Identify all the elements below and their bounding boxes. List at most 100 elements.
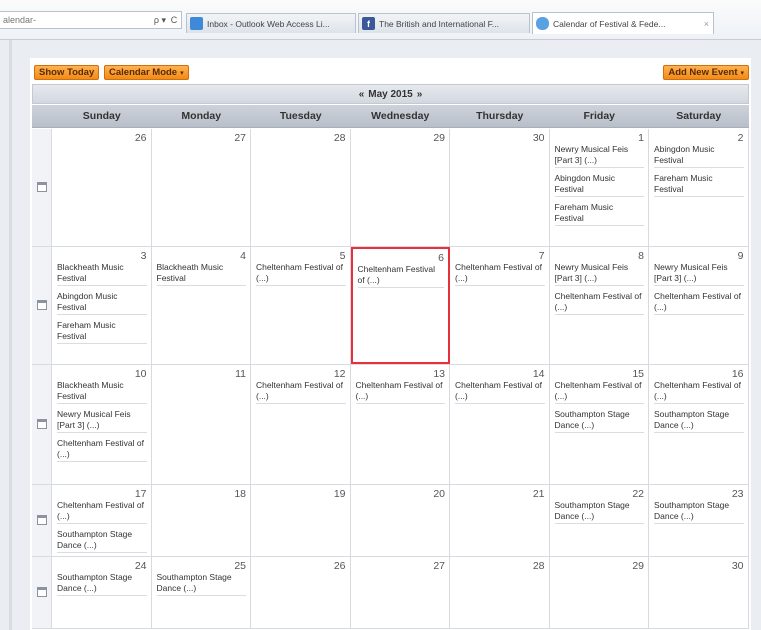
event-link[interactable]: Cheltenham Festival of (...) <box>57 499 147 524</box>
event-link[interactable]: Cheltenham Festival of (...) <box>355 379 445 404</box>
day-number[interactable]: 11 <box>235 368 246 380</box>
event-link[interactable]: Southampton Stage Dance (...) <box>554 408 644 433</box>
tab-facebook[interactable]: f The British and International F... <box>358 13 530 33</box>
search-dropdown-icon[interactable]: ρ ▾ <box>153 12 167 28</box>
add-new-event-button[interactable]: Add New Event ▾ <box>663 65 749 80</box>
day-number[interactable]: 28 <box>334 132 346 144</box>
day-cell[interactable]: 20 <box>350 485 450 556</box>
day-cell-today[interactable]: 6 Cheltenham Festival of (...) <box>350 247 450 364</box>
day-cell[interactable]: 9 Newry Musical Feis [Part 3] (...) Chelte… <box>649 247 749 364</box>
event-link[interactable]: Fareham Music Festival <box>57 319 147 344</box>
event-link[interactable]: Southampton Stage Dance (...) <box>654 408 744 433</box>
event-link[interactable]: Southampton Stage Dance (...) <box>57 528 147 553</box>
day-number[interactable]: 27 <box>433 560 445 572</box>
day-number[interactable]: 21 <box>533 488 545 500</box>
event-link[interactable]: Abingdon Music Festival <box>57 290 147 315</box>
day-cell[interactable]: 16 Cheltenham Festival of (...) Southampto… <box>649 365 749 484</box>
day-cell[interactable]: 19 <box>251 485 351 556</box>
event-link[interactable]: Cheltenham Festival of (...) <box>654 290 744 315</box>
week-view-button[interactable] <box>32 485 52 556</box>
day-cell[interactable]: 2 Abingdon Music Festival Fareham Music Fe… <box>649 129 749 246</box>
day-cell[interactable]: 23 Southampton Stage Dance (...) <box>649 485 749 556</box>
day-cell[interactable]: 22 Southampton Stage Dance (...) <box>549 485 649 556</box>
day-number[interactable]: 19 <box>334 488 346 500</box>
day-cell[interactable]: 7 Cheltenham Festival of (...) <box>450 247 550 364</box>
day-cell[interactable]: 29 <box>549 557 649 628</box>
day-cell[interactable]: 5 Cheltenham Festival of (...) <box>251 247 351 364</box>
day-cell[interactable]: 13 Cheltenham Festival of (...) <box>350 365 450 484</box>
day-number[interactable]: 26 <box>135 132 147 144</box>
event-link[interactable]: Blackheath Music Festival <box>57 379 147 404</box>
day-cell[interactable]: 14 Cheltenham Festival of (...) <box>450 365 550 484</box>
day-cell[interactable]: 26 <box>52 129 152 246</box>
day-cell[interactable]: 15 Cheltenham Festival of (...) Southampto… <box>549 365 649 484</box>
day-number[interactable]: 30 <box>732 560 744 572</box>
day-cell[interactable]: 18 <box>151 485 251 556</box>
close-tab-icon[interactable]: × <box>704 19 709 29</box>
event-link[interactable]: Cheltenham Festival of (...) <box>455 379 545 404</box>
address-text[interactable]: alendar- <box>0 15 153 25</box>
event-link[interactable]: Blackheath Music Festival <box>156 261 246 286</box>
day-cell[interactable]: 27 <box>350 557 450 628</box>
day-cell[interactable]: 30 <box>450 129 550 246</box>
event-link[interactable]: Cheltenham Festival of (...) <box>554 290 644 315</box>
show-today-button[interactable]: Show Today <box>34 65 100 80</box>
day-cell[interactable]: 11 <box>151 365 251 484</box>
day-number[interactable]: 26 <box>334 560 346 572</box>
event-link[interactable]: Newry Musical Feis [Part 3] (...) <box>57 408 147 433</box>
event-link[interactable]: Cheltenham Festival of (...) <box>357 263 444 288</box>
event-link[interactable]: Cheltenham Festival of (...) <box>256 261 346 286</box>
event-link[interactable]: Southampton Stage Dance (...) <box>554 499 644 524</box>
week-view-button[interactable] <box>32 365 52 484</box>
event-link[interactable]: Abingdon Music Festival <box>654 143 744 168</box>
day-cell[interactable]: 3 Blackheath Music Festival Abingdon Music… <box>52 247 152 364</box>
day-number[interactable]: 28 <box>533 560 545 572</box>
day-number[interactable]: 27 <box>234 132 246 144</box>
day-cell[interactable]: 10 Blackheath Music Festival Newry Musical… <box>52 365 152 484</box>
event-link[interactable]: Blackheath Music Festival <box>57 261 147 286</box>
day-number[interactable]: 18 <box>234 488 246 500</box>
address-bar[interactable]: alendar- ρ ▾ C <box>0 11 182 29</box>
day-cell[interactable]: 8 Newry Musical Feis [Part 3] (...) Chelte… <box>549 247 649 364</box>
day-cell[interactable]: 28 <box>450 557 550 628</box>
previous-month-button[interactable]: « <box>355 89 369 100</box>
day-number[interactable]: 30 <box>533 132 545 144</box>
day-number[interactable]: 29 <box>433 132 445 144</box>
day-cell[interactable]: 26 <box>251 557 351 628</box>
event-link[interactable]: Southampton Stage Dance (...) <box>156 571 246 596</box>
calendar-mode-button[interactable]: Calendar Mode ▾ <box>104 65 189 80</box>
day-cell[interactable]: 27 <box>151 129 251 246</box>
refresh-icon[interactable]: C <box>167 12 181 28</box>
event-link[interactable]: Newry Musical Feis [Part 3] (...) <box>654 261 744 286</box>
day-cell[interactable]: 24 Southampton Stage Dance (...) <box>52 557 152 628</box>
day-cell[interactable]: 29 <box>350 129 450 246</box>
next-month-button[interactable]: » <box>413 89 427 100</box>
day-number[interactable]: 20 <box>433 488 445 500</box>
event-link[interactable]: Cheltenham Festival of (...) <box>57 437 147 462</box>
event-link[interactable]: Cheltenham Festival of (...) <box>455 261 545 286</box>
event-link[interactable]: Newry Musical Feis [Part 3] (...) <box>554 261 644 286</box>
event-link[interactable]: Fareham Music Festival <box>554 201 644 226</box>
week-view-button[interactable] <box>32 129 52 246</box>
week-view-button[interactable] <box>32 557 52 628</box>
day-cell[interactable]: 1 Newry Musical Feis [Part 3] (...) Abingd… <box>549 129 649 246</box>
day-cell[interactable]: 28 <box>251 129 351 246</box>
event-link[interactable]: Southampton Stage Dance (...) <box>57 571 147 596</box>
event-link[interactable]: Abingdon Music Festival <box>554 172 644 197</box>
day-number[interactable]: 29 <box>632 560 644 572</box>
day-cell[interactable]: 30 <box>649 557 749 628</box>
event-link[interactable]: Cheltenham Festival of (...) <box>654 379 744 404</box>
event-link[interactable]: Cheltenham Festival of (...) <box>256 379 346 404</box>
day-cell[interactable]: 17 Cheltenham Festival of (...) Southampto… <box>52 485 152 556</box>
day-cell[interactable]: 12 Cheltenham Festival of (...) <box>251 365 351 484</box>
event-link[interactable]: Fareham Music Festival <box>654 172 744 197</box>
week-view-button[interactable] <box>32 247 52 364</box>
event-link[interactable]: Cheltenham Festival of (...) <box>554 379 644 404</box>
day-cell[interactable]: 21 <box>450 485 550 556</box>
event-link[interactable]: Newry Musical Feis [Part 3] (...) <box>554 143 644 168</box>
day-cell[interactable]: 4 Blackheath Music Festival <box>151 247 251 364</box>
tab-outlook[interactable]: Inbox - Outlook Web Access Li... <box>186 13 356 33</box>
day-cell[interactable]: 25 Southampton Stage Dance (...) <box>151 557 251 628</box>
tab-calendar[interactable]: Calendar of Festival & Fede... × <box>532 12 714 34</box>
event-link[interactable]: Southampton Stage Dance (...) <box>654 499 744 524</box>
